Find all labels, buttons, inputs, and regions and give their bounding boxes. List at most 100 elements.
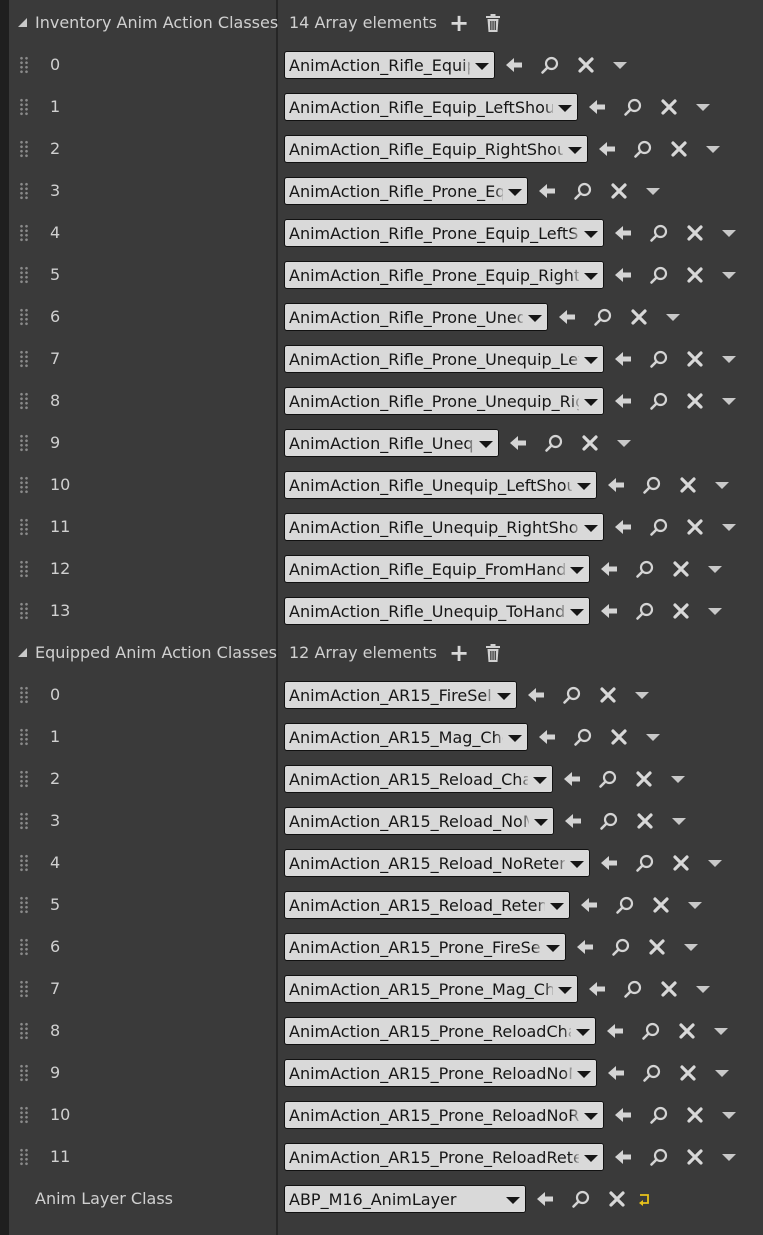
anim-action-class-combo[interactable]: AnimAction_AR15_Reload_NoMag bbox=[284, 807, 554, 835]
drag-handle-grip-icon[interactable] bbox=[19, 896, 29, 914]
drag-handle-grip-icon[interactable] bbox=[19, 1106, 29, 1124]
clear-close-x-icon[interactable] bbox=[671, 853, 691, 873]
element-options-chevron-down-icon[interactable] bbox=[696, 986, 710, 993]
anim-layer-class-combo[interactable]: ABP_M16_AnimLayer bbox=[284, 1185, 526, 1213]
combo-dropdown-arrow-icon[interactable] bbox=[571, 1018, 595, 1044]
reset-to-default-icon[interactable] bbox=[635, 1189, 655, 1209]
element-options-chevron-down-icon[interactable] bbox=[684, 944, 698, 951]
clear-close-x-icon[interactable] bbox=[647, 937, 667, 957]
element-options-chevron-down-icon[interactable] bbox=[708, 860, 722, 867]
clear-close-x-icon[interactable] bbox=[659, 97, 679, 117]
clear-close-x-icon[interactable] bbox=[685, 349, 705, 369]
expand-triangle-icon[interactable] bbox=[18, 18, 27, 27]
combo-dropdown-arrow-icon[interactable] bbox=[492, 682, 516, 708]
use-selected-arrow-left-icon[interactable] bbox=[613, 1105, 633, 1125]
anim-action-class-combo[interactable]: AnimAction_AR15_Prone_ReloadCharge bbox=[284, 1017, 596, 1045]
combo-dropdown-arrow-icon[interactable] bbox=[553, 976, 577, 1002]
anim-action-class-combo[interactable]: AnimAction_AR15_FireSelect bbox=[284, 681, 517, 709]
browse-magnifier-icon[interactable] bbox=[598, 769, 618, 789]
use-selected-arrow-left-icon[interactable] bbox=[537, 181, 557, 201]
browse-magnifier-icon[interactable] bbox=[623, 979, 643, 999]
anim-action-class-combo[interactable]: AnimAction_Rifle_Equip bbox=[284, 51, 495, 79]
add-element-plus-icon[interactable]: + bbox=[449, 641, 469, 665]
element-options-chevron-down-icon[interactable] bbox=[646, 188, 660, 195]
combo-dropdown-arrow-icon[interactable] bbox=[579, 220, 603, 246]
combo-dropdown-arrow-icon[interactable] bbox=[565, 598, 589, 624]
element-options-chevron-down-icon[interactable] bbox=[708, 608, 722, 615]
use-selected-arrow-left-icon[interactable] bbox=[613, 349, 633, 369]
element-options-chevron-down-icon[interactable] bbox=[722, 1112, 736, 1119]
element-options-chevron-down-icon[interactable] bbox=[688, 902, 702, 909]
anim-action-class-combo[interactable]: AnimAction_Rifle_Unequip bbox=[284, 429, 499, 457]
browse-magnifier-icon[interactable] bbox=[623, 97, 643, 117]
browse-magnifier-icon[interactable] bbox=[633, 139, 653, 159]
combo-dropdown-arrow-icon[interactable] bbox=[470, 52, 494, 78]
use-selected-arrow-left-icon[interactable] bbox=[606, 475, 626, 495]
use-selected-arrow-left-icon[interactable] bbox=[504, 55, 524, 75]
drag-handle-grip-icon[interactable] bbox=[19, 476, 29, 494]
anim-action-class-combo[interactable]: AnimAction_Rifle_Prone_Unequip bbox=[284, 303, 548, 331]
drag-handle-grip-icon[interactable] bbox=[19, 980, 29, 998]
element-options-chevron-down-icon[interactable] bbox=[722, 356, 736, 363]
drag-handle-grip-icon[interactable] bbox=[19, 224, 29, 242]
browse-magnifier-icon[interactable] bbox=[649, 265, 669, 285]
browse-magnifier-icon[interactable] bbox=[615, 895, 635, 915]
anim-action-class-combo[interactable]: AnimAction_AR15_Reload_NoRetention bbox=[284, 849, 590, 877]
browse-magnifier-icon[interactable] bbox=[540, 55, 560, 75]
combo-dropdown-arrow-icon[interactable] bbox=[579, 1144, 603, 1170]
element-options-chevron-down-icon[interactable] bbox=[722, 230, 736, 237]
element-options-chevron-down-icon[interactable] bbox=[715, 1070, 729, 1077]
clear-close-x-icon[interactable] bbox=[678, 1063, 698, 1083]
combo-dropdown-arrow-icon[interactable] bbox=[565, 850, 589, 876]
combo-dropdown-arrow-icon[interactable] bbox=[474, 430, 498, 456]
combo-dropdown-arrow-icon[interactable] bbox=[503, 178, 527, 204]
anim-action-class-combo[interactable]: AnimAction_Rifle_Unequip_ToHandgun bbox=[284, 597, 590, 625]
clear-close-x-icon[interactable] bbox=[651, 895, 671, 915]
browse-magnifier-icon[interactable] bbox=[649, 1105, 669, 1125]
use-selected-arrow-left-icon[interactable] bbox=[599, 601, 619, 621]
drag-handle-grip-icon[interactable] bbox=[19, 56, 29, 74]
anim-action-class-combo[interactable]: AnimAction_Rifle_Unequip_LeftShoulder bbox=[284, 471, 597, 499]
drag-handle-grip-icon[interactable] bbox=[19, 1064, 29, 1082]
element-options-chevron-down-icon[interactable] bbox=[635, 692, 649, 699]
anim-action-class-combo[interactable]: AnimAction_AR15_Prone_Mag_Check bbox=[284, 975, 578, 1003]
anim-action-class-combo[interactable]: AnimAction_Rifle_Prone_Equip_LeftShoul bbox=[284, 219, 604, 247]
clear-close-x-icon[interactable] bbox=[609, 727, 629, 747]
drag-handle-grip-icon[interactable] bbox=[19, 182, 29, 200]
drag-handle-grip-icon[interactable] bbox=[19, 602, 29, 620]
combo-dropdown-arrow-icon[interactable] bbox=[579, 1102, 603, 1128]
expand-triangle-icon[interactable] bbox=[18, 648, 27, 657]
element-options-chevron-down-icon[interactable] bbox=[714, 1028, 728, 1035]
clear-close-x-icon[interactable] bbox=[609, 181, 629, 201]
browse-magnifier-icon[interactable] bbox=[635, 601, 655, 621]
browse-magnifier-icon[interactable] bbox=[611, 937, 631, 957]
browse-magnifier-icon[interactable] bbox=[642, 1063, 662, 1083]
element-options-chevron-down-icon[interactable] bbox=[722, 524, 736, 531]
use-selected-arrow-left-icon[interactable] bbox=[579, 895, 599, 915]
clear-close-x-icon[interactable] bbox=[685, 223, 705, 243]
drag-handle-grip-icon[interactable] bbox=[19, 686, 29, 704]
use-selected-arrow-left-icon[interactable] bbox=[508, 433, 528, 453]
anim-action-class-combo[interactable]: AnimAction_Rifle_Prone_Unequip_RightSl bbox=[284, 387, 604, 415]
use-selected-arrow-left-icon[interactable] bbox=[613, 223, 633, 243]
anim-action-class-combo[interactable]: AnimAction_AR15_Reload_Retention bbox=[284, 891, 570, 919]
element-options-chevron-down-icon[interactable] bbox=[722, 272, 736, 279]
clear-close-x-icon[interactable] bbox=[671, 601, 691, 621]
clear-close-x-icon[interactable] bbox=[576, 55, 596, 75]
drag-handle-grip-icon[interactable] bbox=[19, 140, 29, 158]
drag-handle-grip-icon[interactable] bbox=[19, 770, 29, 788]
clear-close-x-icon[interactable] bbox=[685, 1105, 705, 1125]
combo-dropdown-arrow-icon[interactable] bbox=[503, 724, 527, 750]
combo-dropdown-arrow-icon[interactable] bbox=[579, 346, 603, 372]
browse-magnifier-icon[interactable] bbox=[573, 727, 593, 747]
use-selected-arrow-left-icon[interactable] bbox=[597, 139, 617, 159]
use-selected-arrow-left-icon[interactable] bbox=[599, 559, 619, 579]
delete-all-trash-icon[interactable] bbox=[485, 14, 501, 32]
anim-action-class-combo[interactable]: AnimAction_AR15_Prone_ReloadRetention bbox=[284, 1143, 604, 1171]
drag-handle-grip-icon[interactable] bbox=[19, 98, 29, 116]
use-selected-arrow-left-icon[interactable] bbox=[563, 811, 583, 831]
combo-dropdown-arrow-icon[interactable] bbox=[565, 556, 589, 582]
clear-close-x-icon[interactable] bbox=[677, 1021, 697, 1041]
drag-handle-grip-icon[interactable] bbox=[19, 854, 29, 872]
browse-magnifier-icon[interactable] bbox=[649, 391, 669, 411]
